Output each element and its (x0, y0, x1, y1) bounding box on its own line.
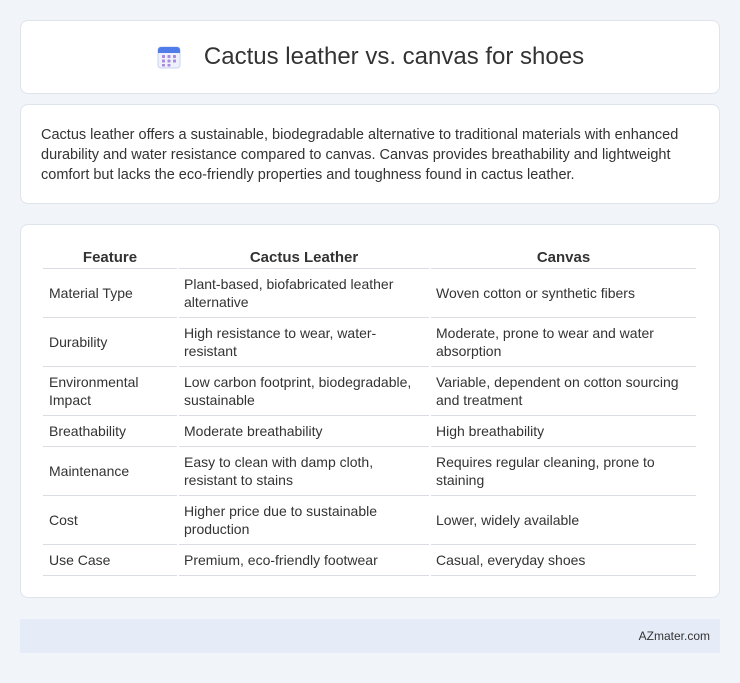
row-cactus-leather: Easy to clean with damp cloth, resistant… (179, 447, 429, 496)
header-feature: Feature (43, 245, 177, 269)
table-row: Breathability Moderate breathability Hig… (43, 416, 696, 447)
table-row: Durability High resistance to wear, wate… (43, 318, 696, 367)
row-feature: Environmental Impact (43, 367, 177, 416)
row-feature: Use Case (43, 545, 177, 576)
row-cactus-leather: Moderate breathability (179, 416, 429, 447)
row-cactus-leather: Plant-based, biofabricated leather alter… (179, 269, 429, 318)
footer-site-link[interactable]: AZmater.com (639, 629, 710, 643)
row-feature: Cost (43, 496, 177, 545)
row-cactus-leather: High resistance to wear, water-resistant (179, 318, 429, 367)
header-cactus-leather: Cactus Leather (179, 245, 429, 269)
intro-text: Cactus leather offers a sustainable, bio… (41, 127, 679, 183)
comparison-card: Feature Cactus Leather Canvas Material T… (20, 224, 720, 598)
comparison-table: Feature Cactus Leather Canvas Material T… (41, 245, 698, 576)
calendar-icon (156, 44, 182, 70)
intro-card: Cactus leather offers a sustainable, bio… (20, 104, 720, 204)
row-canvas: Requires regular cleaning, prone to stai… (431, 447, 696, 496)
row-feature: Durability (43, 318, 177, 367)
row-canvas: Casual, everyday shoes (431, 545, 696, 576)
row-cactus-leather: Low carbon footprint, biodegradable, sus… (179, 367, 429, 416)
row-canvas: Lower, widely available (431, 496, 696, 545)
page-title: Cactus leather vs. canvas for shoes (203, 43, 585, 70)
row-cactus-leather: Premium, eco-friendly footwear (179, 545, 429, 576)
header-canvas: Canvas (431, 245, 696, 269)
row-feature: Breathability (43, 416, 177, 447)
table-row: Material Type Plant-based, biofabricated… (43, 269, 696, 318)
row-cactus-leather: Higher price due to sustainable producti… (179, 496, 429, 545)
footer: AZmater.com (20, 619, 720, 653)
table-row: Environmental Impact Low carbon footprin… (43, 367, 696, 416)
row-feature: Material Type (43, 269, 177, 318)
row-canvas: Moderate, prone to wear and water absorp… (431, 318, 696, 367)
table-row: Maintenance Easy to clean with damp clot… (43, 447, 696, 496)
table-header-row: Feature Cactus Leather Canvas (43, 245, 696, 269)
title-card: Cactus leather vs. canvas for shoes (20, 20, 720, 94)
row-canvas: Woven cotton or synthetic fibers (431, 269, 696, 318)
table-row: Cost Higher price due to sustainable pro… (43, 496, 696, 545)
row-feature: Maintenance (43, 447, 177, 496)
row-canvas: Variable, dependent on cotton sourcing a… (431, 367, 696, 416)
row-canvas: High breathability (431, 416, 696, 447)
table-row: Use Case Premium, eco-friendly footwear … (43, 545, 696, 576)
